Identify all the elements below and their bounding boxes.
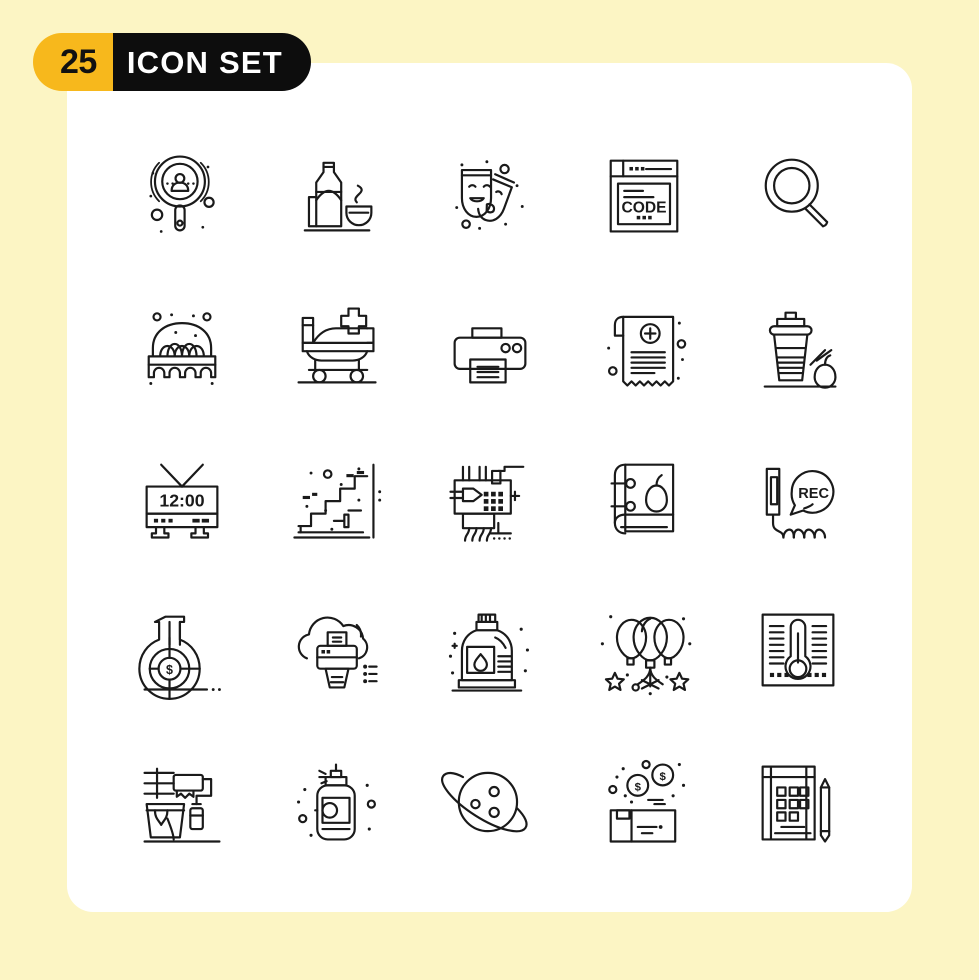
rec-label: REC bbox=[798, 486, 829, 502]
icon-cell-7[interactable] bbox=[259, 270, 413, 422]
circuit-chip-icon bbox=[449, 465, 525, 542]
notepad-pencil-icon bbox=[761, 765, 831, 843]
hospital-bed-icon bbox=[297, 307, 377, 384]
planet-icon bbox=[441, 771, 528, 833]
icon-cell-23[interactable] bbox=[413, 726, 567, 878]
icon-cell-25[interactable] bbox=[721, 726, 875, 878]
code-label: CODE bbox=[621, 200, 666, 217]
thermometer-icon bbox=[761, 613, 835, 687]
badge-title: ICON SET bbox=[112, 33, 311, 91]
book-apple-icon bbox=[610, 463, 675, 535]
icon-cell-17[interactable] bbox=[259, 574, 413, 726]
detergent-bottle-icon bbox=[448, 613, 529, 692]
icon-cell-9[interactable] bbox=[567, 270, 721, 422]
icon-cell-10[interactable] bbox=[721, 270, 875, 422]
coffee-apple-icon bbox=[763, 311, 837, 389]
icon-cell-2[interactable] bbox=[259, 118, 413, 270]
svg-text:$: $ bbox=[166, 663, 173, 677]
icon-cell-11[interactable]: 12:00 bbox=[105, 422, 259, 574]
icon-cell-14[interactable] bbox=[567, 422, 721, 574]
svg-text:$: $ bbox=[660, 771, 667, 783]
icon-cell-21[interactable] bbox=[105, 726, 259, 878]
cloud-printer-icon bbox=[297, 616, 378, 689]
badge-count: 25 bbox=[33, 33, 113, 91]
call-recording-icon: REC bbox=[765, 467, 835, 539]
funding-flask-icon: $ bbox=[138, 615, 221, 700]
icon-cell-18[interactable] bbox=[413, 574, 567, 726]
icon-grid: CODE 12:00 REC $ $ $ bbox=[105, 118, 875, 878]
icon-cell-24[interactable]: $ $ bbox=[567, 726, 721, 878]
clock-time-label: 12:00 bbox=[159, 490, 204, 510]
icon-cell-12[interactable] bbox=[259, 422, 413, 574]
digital-clock-tv-icon: 12:00 bbox=[145, 463, 219, 539]
icon-cell-4[interactable]: CODE bbox=[567, 118, 721, 270]
code-browser-icon: CODE bbox=[609, 159, 679, 233]
stairs-icon bbox=[293, 463, 382, 539]
icon-cell-6[interactable] bbox=[105, 270, 259, 422]
icon-cell-1[interactable] bbox=[105, 118, 259, 270]
icon-cell-8[interactable] bbox=[413, 270, 567, 422]
icon-cell-5[interactable] bbox=[721, 118, 875, 270]
egg-carton-icon bbox=[147, 312, 217, 385]
printer-icon bbox=[453, 327, 527, 384]
badge: 25 ICON SET bbox=[33, 33, 311, 91]
icon-cell-16[interactable]: $ bbox=[105, 574, 259, 726]
bottle-bowl-icon bbox=[303, 161, 373, 232]
medical-receipt-icon bbox=[607, 315, 687, 387]
paint-roller-icon bbox=[143, 767, 221, 843]
spray-can-icon bbox=[297, 763, 376, 841]
icon-cell-20[interactable] bbox=[721, 574, 875, 726]
icon-cell-13[interactable] bbox=[413, 422, 567, 574]
search-icon bbox=[764, 158, 829, 228]
icon-cell-22[interactable] bbox=[259, 726, 413, 878]
icon-cell-15[interactable]: REC bbox=[721, 422, 875, 574]
user-search-icon bbox=[149, 155, 215, 233]
icon-cell-19[interactable] bbox=[567, 574, 721, 726]
package-funding-icon: $ $ bbox=[608, 759, 686, 843]
theater-masks-icon bbox=[455, 160, 524, 230]
svg-text:$: $ bbox=[635, 782, 642, 794]
icon-cell-3[interactable] bbox=[413, 118, 567, 270]
balloons-icon bbox=[600, 615, 692, 696]
